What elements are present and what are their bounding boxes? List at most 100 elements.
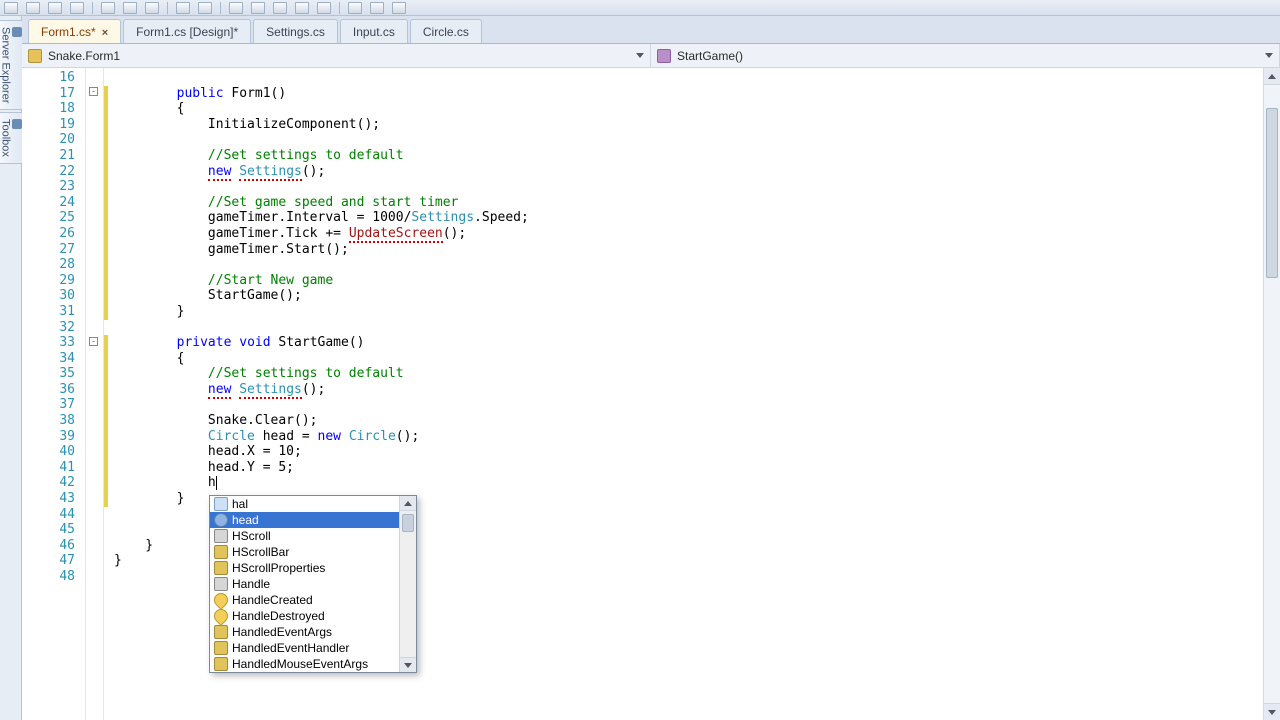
- line-number: 33: [22, 335, 81, 351]
- line-number: 40: [22, 444, 81, 460]
- fold-toggle[interactable]: -: [89, 87, 98, 96]
- fold-toggle[interactable]: -: [89, 337, 98, 346]
- cls-icon: [214, 561, 228, 575]
- intellisense-item-label: HandledEventHandler: [232, 641, 349, 655]
- line-number: 16: [22, 70, 81, 86]
- line-number: 39: [22, 429, 81, 445]
- line-number: 41: [22, 460, 81, 476]
- toolbar-button[interactable]: [392, 2, 406, 14]
- type-name: Snake.Form1: [48, 49, 120, 63]
- scroll-up-button[interactable]: [400, 496, 416, 511]
- main-toolbar: [0, 0, 1280, 16]
- intellisense-item[interactable]: HandleDestroyed: [210, 608, 399, 624]
- line-number: 24: [22, 195, 81, 211]
- class-icon: [28, 49, 42, 63]
- tab-label: Circle.cs: [423, 25, 469, 39]
- intellisense-scrollbar[interactable]: [399, 496, 416, 672]
- change-marker: [104, 335, 108, 507]
- left-dock: Server Explorer Toolbox: [0, 16, 22, 720]
- intellisense-item[interactable]: HScroll: [210, 528, 399, 544]
- toolbar-button[interactable]: [295, 2, 309, 14]
- intellisense-item-label: HandledEventArgs: [232, 625, 332, 639]
- intellisense-item[interactable]: hal: [210, 496, 399, 512]
- tab-settings-cs[interactable]: Settings.cs: [253, 19, 338, 43]
- intellisense-item[interactable]: HScrollProperties: [210, 560, 399, 576]
- scroll-up-button[interactable]: [1264, 68, 1280, 85]
- scroll-thumb[interactable]: [1266, 108, 1278, 278]
- change-marker: [104, 86, 108, 320]
- intellisense-popup: halheadHScrollHScrollBarHScrollPropertie…: [209, 495, 417, 673]
- intellisense-item-label: hal: [232, 497, 248, 511]
- toolbar-button[interactable]: [48, 2, 62, 14]
- side-tab-label: Toolbox: [0, 119, 12, 157]
- evt-icon: [211, 606, 231, 626]
- tab-label: Form1.cs*: [41, 25, 96, 39]
- toolbar-button[interactable]: [123, 2, 137, 14]
- method-icon: [657, 49, 671, 63]
- tab-form1-cs[interactable]: Form1.cs* ×: [28, 19, 121, 43]
- scroll-thumb[interactable]: [402, 514, 414, 532]
- intellisense-list[interactable]: halheadHScrollHScrollBarHScrollPropertie…: [210, 496, 399, 672]
- toolbar-button[interactable]: [317, 2, 331, 14]
- editor-area: Form1.cs* × Form1.cs [Design]* Settings.c…: [22, 16, 1280, 720]
- chevron-down-icon: [636, 53, 644, 58]
- server-explorer-tab[interactable]: Server Explorer: [0, 20, 24, 110]
- tab-form1-design[interactable]: Form1.cs [Design]*: [123, 19, 251, 43]
- scroll-down-button[interactable]: [400, 657, 416, 672]
- line-number: 36: [22, 382, 81, 398]
- cls-icon: [214, 545, 228, 559]
- line-number: 31: [22, 304, 81, 320]
- line-number: 44: [22, 507, 81, 523]
- toolbar-button[interactable]: [273, 2, 287, 14]
- toolbar-separator: [339, 2, 340, 14]
- toolbox-tab[interactable]: Toolbox: [0, 112, 24, 164]
- tab-circle-cs[interactable]: Circle.cs: [410, 19, 482, 43]
- filter-echo-icon: [214, 497, 228, 511]
- toolbar-button[interactable]: [229, 2, 243, 14]
- toolbar-button[interactable]: [70, 2, 84, 14]
- toolbar-button[interactable]: [348, 2, 362, 14]
- intellisense-item[interactable]: HandledMouseEventArgs: [210, 656, 399, 672]
- toolbar-button[interactable]: [176, 2, 190, 14]
- intellisense-item[interactable]: head: [210, 512, 399, 528]
- line-number: 43: [22, 491, 81, 507]
- toolbar-button[interactable]: [145, 2, 159, 14]
- chevron-up-icon: [1268, 74, 1276, 79]
- chevron-down-icon: [1265, 53, 1273, 58]
- member-name: StartGame(): [677, 49, 743, 63]
- intellisense-item[interactable]: Handle: [210, 576, 399, 592]
- line-number: 19: [22, 117, 81, 133]
- toolbar-separator: [92, 2, 93, 14]
- evt-icon: [211, 590, 231, 610]
- type-selector[interactable]: Snake.Form1: [22, 44, 651, 67]
- intellisense-item[interactable]: HandleCreated: [210, 592, 399, 608]
- line-number: 42: [22, 475, 81, 491]
- scroll-down-button[interactable]: [1264, 703, 1280, 720]
- close-icon[interactable]: ×: [102, 27, 108, 39]
- line-number: 26: [22, 226, 81, 242]
- intellisense-item[interactable]: HandledEventArgs: [210, 624, 399, 640]
- member-selector[interactable]: StartGame(): [651, 44, 1280, 67]
- cls-icon: [214, 641, 228, 655]
- toolbar-button[interactable]: [198, 2, 212, 14]
- toolbar-button[interactable]: [101, 2, 115, 14]
- tab-label: Settings.cs: [266, 25, 325, 39]
- toolbar-button[interactable]: [370, 2, 384, 14]
- prp-icon: [214, 577, 228, 591]
- toolbar-button[interactable]: [26, 2, 40, 14]
- cls-icon: [214, 625, 228, 639]
- line-number: 47: [22, 553, 81, 569]
- toolbar-button[interactable]: [4, 2, 18, 14]
- intellisense-item-label: HScrollBar: [232, 545, 289, 559]
- vertical-scrollbar[interactable]: [1263, 68, 1280, 720]
- intellisense-item-label: HandledMouseEventArgs: [232, 657, 368, 671]
- toolbar-button[interactable]: [251, 2, 265, 14]
- line-number: 48: [22, 569, 81, 585]
- code-editor[interactable]: 1617181920212223242526272829303132333435…: [22, 68, 1280, 720]
- tab-label: Input.cs: [353, 25, 395, 39]
- tab-input-cs[interactable]: Input.cs: [340, 19, 408, 43]
- line-number: 20: [22, 132, 81, 148]
- intellisense-item[interactable]: HScrollBar: [210, 544, 399, 560]
- intellisense-item[interactable]: HandledEventHandler: [210, 640, 399, 656]
- toolbox-icon: [12, 119, 22, 129]
